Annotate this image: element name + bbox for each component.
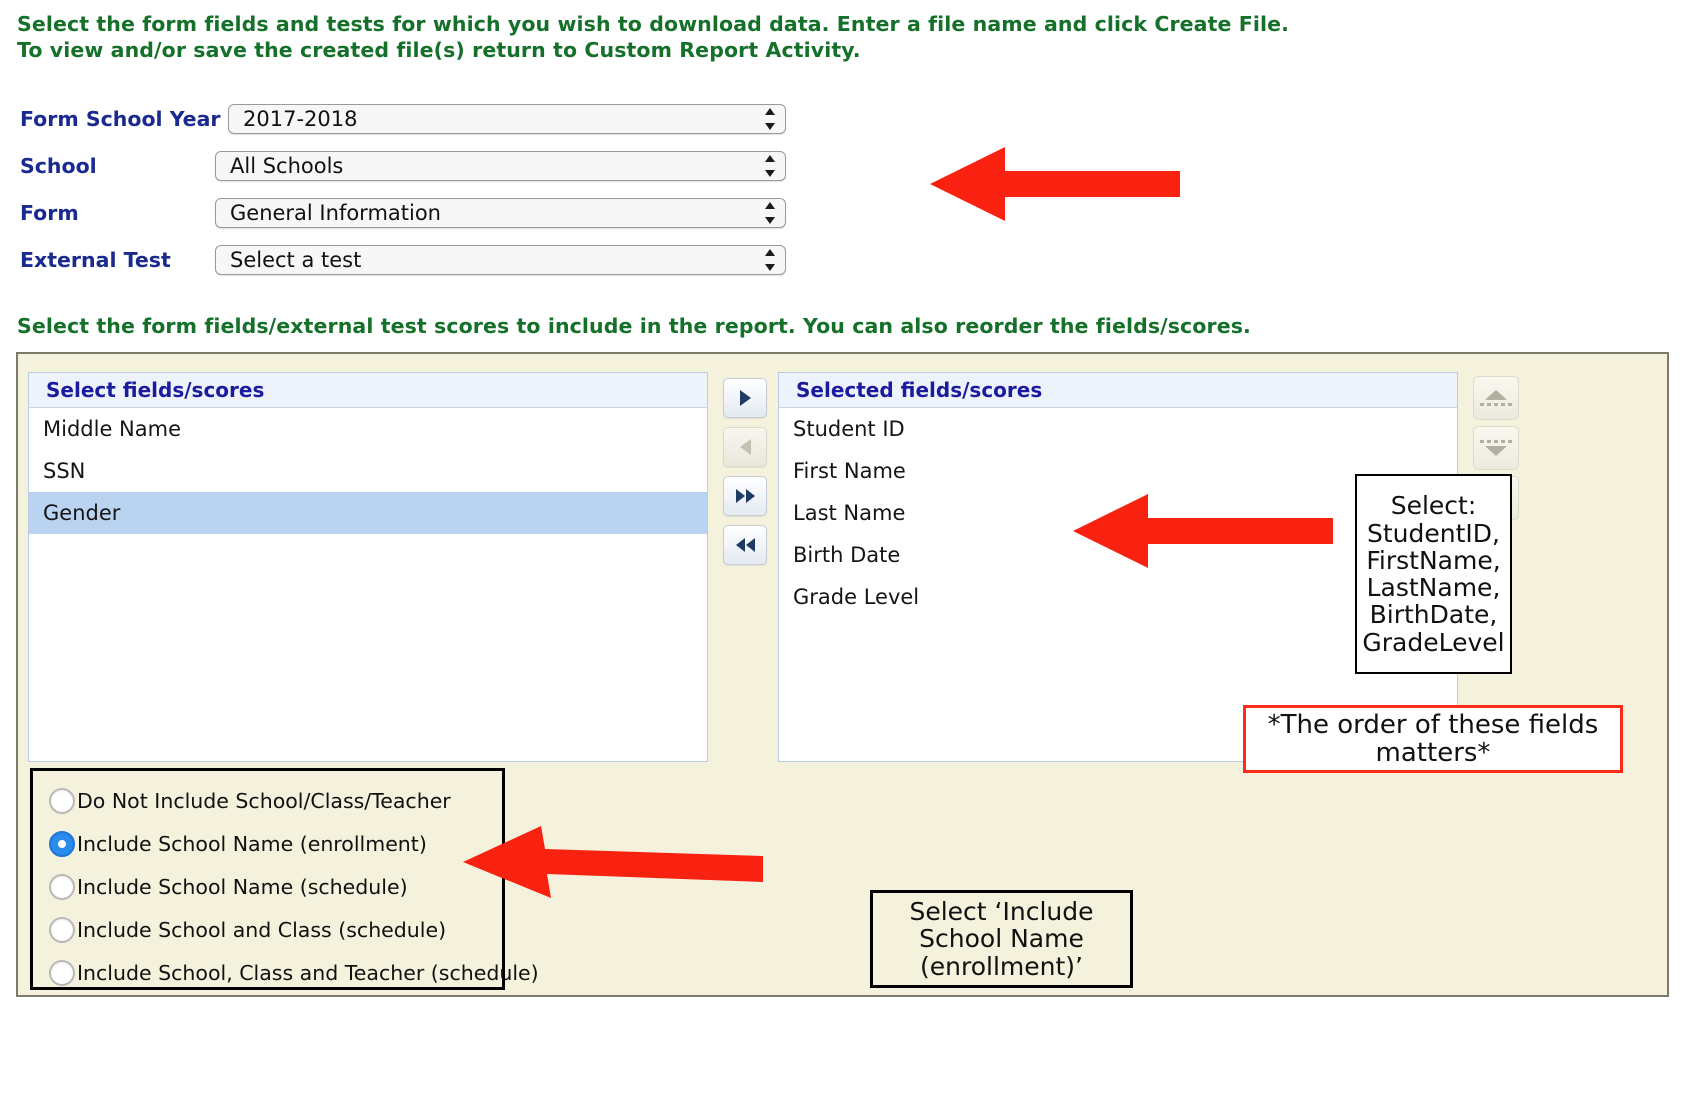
radio-icon-selected[interactable] — [49, 830, 75, 857]
annotation-line: *The order of these fields — [1267, 709, 1599, 740]
radio-option-school-name-enrollment[interactable]: Include School Name (enrollment) — [49, 822, 502, 865]
instruction-line-2: To view and/or save the created file(s) … — [17, 38, 861, 62]
select-form[interactable]: General Information — [215, 198, 786, 228]
radio-label: Include School, Class and Teacher (sched… — [77, 960, 539, 985]
radio-label: Do Not Include School/Class/Teacher — [77, 788, 451, 813]
chevron-updown-icon — [764, 155, 776, 177]
annotation-line: FirstName, — [1366, 545, 1501, 575]
radio-option-school-and-class-schedule[interactable]: Include School and Class (schedule) — [49, 908, 502, 951]
move-up-button[interactable] — [1473, 376, 1519, 420]
select-form-school-year[interactable]: 2017-2018 — [228, 104, 786, 134]
annotation-line: (enrollment)’ — [920, 951, 1083, 981]
chevron-updown-icon — [764, 249, 776, 271]
radio-label: Include School Name (enrollment) — [77, 831, 427, 856]
dashes-decoration — [1480, 440, 1512, 443]
move-all-left-button[interactable] — [723, 525, 767, 565]
select-school-value: All Schools — [230, 153, 344, 178]
move-down-button[interactable] — [1473, 426, 1519, 470]
move-right-button[interactable] — [723, 378, 767, 418]
form-row-external-test: External Test Select a test — [20, 245, 786, 275]
label-form: Form — [20, 201, 79, 225]
caret-left-icon — [739, 439, 751, 455]
annotation-line: LastName, — [1366, 573, 1501, 602]
annotation-arrow-school — [930, 147, 1180, 221]
form-row-school-year: Form School Year 2017-2018 — [20, 104, 786, 134]
radio-option-school-class-teacher-schedule[interactable]: Include School, Class and Teacher (sched… — [49, 951, 539, 994]
available-fields-listbox[interactable]: Select fields/scores Middle Name SSN Gen… — [28, 372, 708, 762]
list-item[interactable]: Student ID — [779, 408, 1457, 450]
select-form-school-year-value: 2017-2018 — [243, 106, 358, 131]
label-school: School — [20, 154, 97, 178]
radio-label: Include School and Class (schedule) — [77, 917, 447, 942]
caret-down-icon — [1485, 446, 1507, 456]
radio-icon[interactable] — [49, 873, 75, 900]
select-form-value: General Information — [230, 200, 441, 225]
annotation-line: School Name — [919, 924, 1084, 954]
annotation-line: GradeLevel — [1362, 627, 1505, 657]
annotation-select-fields: Select: StudentID, FirstName, LastName, … — [1355, 474, 1512, 674]
caret-up-icon — [1485, 390, 1507, 400]
radio-icon[interactable] — [49, 787, 75, 814]
instruction-line-1: Select the form fields and tests for whi… — [17, 12, 1290, 36]
radio-icon[interactable] — [49, 959, 75, 986]
radio-label: Include School Name (schedule) — [77, 874, 408, 899]
move-all-right-button[interactable] — [723, 476, 767, 516]
label-external-test: External Test — [20, 248, 171, 272]
chevron-updown-icon — [764, 108, 776, 130]
annotation-line: StudentID, — [1367, 518, 1500, 548]
annotation-line: matters* — [1375, 738, 1491, 768]
select-school[interactable]: All Schools — [215, 151, 786, 181]
double-caret-right-icon — [735, 489, 755, 503]
select-external-test-value: Select a test — [230, 247, 362, 272]
chevron-updown-icon — [764, 202, 776, 224]
annotation-line: BirthDate, — [1369, 600, 1498, 630]
school-class-teacher-radio-group: Do Not Include School/Class/Teacher Incl… — [30, 768, 539, 990]
annotation-line: Select ‘Include — [909, 897, 1094, 927]
radio-option-school-name-schedule[interactable]: Include School Name (schedule) — [49, 865, 502, 908]
available-fields-header: Select fields/scores — [29, 373, 707, 408]
form-row-form: Form General Information — [20, 198, 786, 228]
instruction-fields-line: Select the form fields/external test sco… — [17, 314, 1251, 338]
annotation-order-matters: *The order of these fields matters* — [1243, 705, 1623, 773]
list-item[interactable]: Middle Name — [29, 408, 707, 450]
annotation-radio-hint: Select ‘Include School Name (enrollment)… — [870, 890, 1133, 988]
selected-fields-header: Selected fields/scores — [779, 373, 1457, 408]
form-row-school: School All Schools — [20, 151, 786, 181]
select-external-test[interactable]: Select a test — [215, 245, 786, 275]
list-item[interactable]: Gender — [29, 492, 707, 534]
double-caret-left-icon — [735, 538, 755, 552]
list-item[interactable]: SSN — [29, 450, 707, 492]
label-form-school-year: Form School Year — [20, 107, 221, 131]
annotation-line: Select: — [1390, 491, 1477, 521]
caret-right-icon — [739, 390, 751, 406]
radio-icon[interactable] — [49, 916, 75, 943]
dashes-decoration — [1480, 403, 1512, 406]
move-left-button[interactable] — [723, 427, 767, 467]
radio-option-do-not-include[interactable]: Do Not Include School/Class/Teacher — [49, 779, 502, 822]
